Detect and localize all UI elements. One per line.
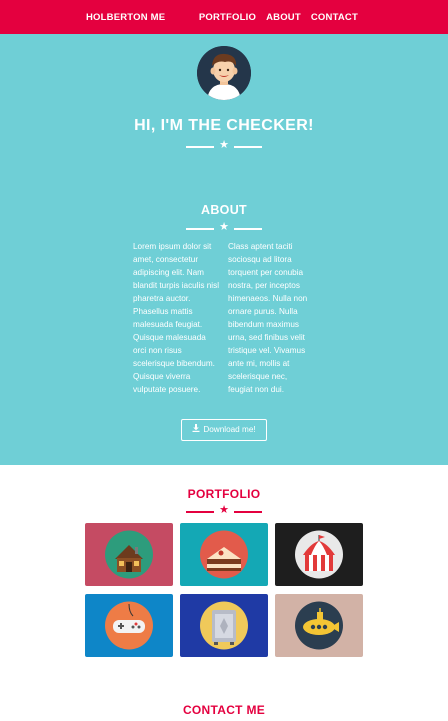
- nav-link-about[interactable]: ABOUT: [266, 12, 301, 23]
- hero-title: HI, I'M THE CHECKER!: [134, 117, 314, 134]
- star-icon: ★: [219, 221, 229, 233]
- star-icon: ★: [219, 139, 229, 151]
- nav-link-portfolio[interactable]: PORTFOLIO: [199, 12, 256, 23]
- about-title: ABOUT: [201, 203, 247, 217]
- portfolio-item-cabin[interactable]: [85, 523, 173, 586]
- download-label: Download me!: [203, 425, 256, 434]
- hero-section: HI, I'M THE CHECKER! ★ ABOUT ★ Lorem ips…: [0, 34, 448, 465]
- portfolio-grid: [85, 523, 363, 657]
- star-icon: ★: [219, 504, 229, 516]
- brand-link[interactable]: HOLBERTON ME: [86, 12, 165, 23]
- portfolio-item-circus[interactable]: [275, 523, 363, 586]
- nav-link-contact[interactable]: CONTACT: [311, 12, 358, 23]
- portfolio-title: PORTFOLIO: [187, 487, 261, 501]
- download-icon: [192, 420, 200, 440]
- portfolio-item-gamepad[interactable]: [85, 594, 173, 657]
- portfolio-item-submarine[interactable]: [275, 594, 363, 657]
- about-text-right: Class aptent taciti sociosqu ad litora t…: [228, 242, 308, 394]
- portfolio-item-cake[interactable]: [180, 523, 268, 586]
- avatar: [197, 46, 251, 100]
- navbar: HOLBERTON ME PORTFOLIO ABOUT CONTACT: [0, 0, 448, 34]
- hero-divider: ★: [186, 139, 262, 151]
- nav-links: PORTFOLIO ABOUT CONTACT: [199, 12, 358, 23]
- about-text-left: Lorem ipsum dolor sit amet, consectetur …: [133, 242, 220, 394]
- contact-title: CONTACT ME: [182, 703, 266, 717]
- portfolio-item-safe[interactable]: [180, 594, 268, 657]
- about-divider: ★: [186, 221, 262, 233]
- portfolio-divider: ★: [186, 504, 262, 516]
- download-button[interactable]: Download me!: [181, 419, 267, 441]
